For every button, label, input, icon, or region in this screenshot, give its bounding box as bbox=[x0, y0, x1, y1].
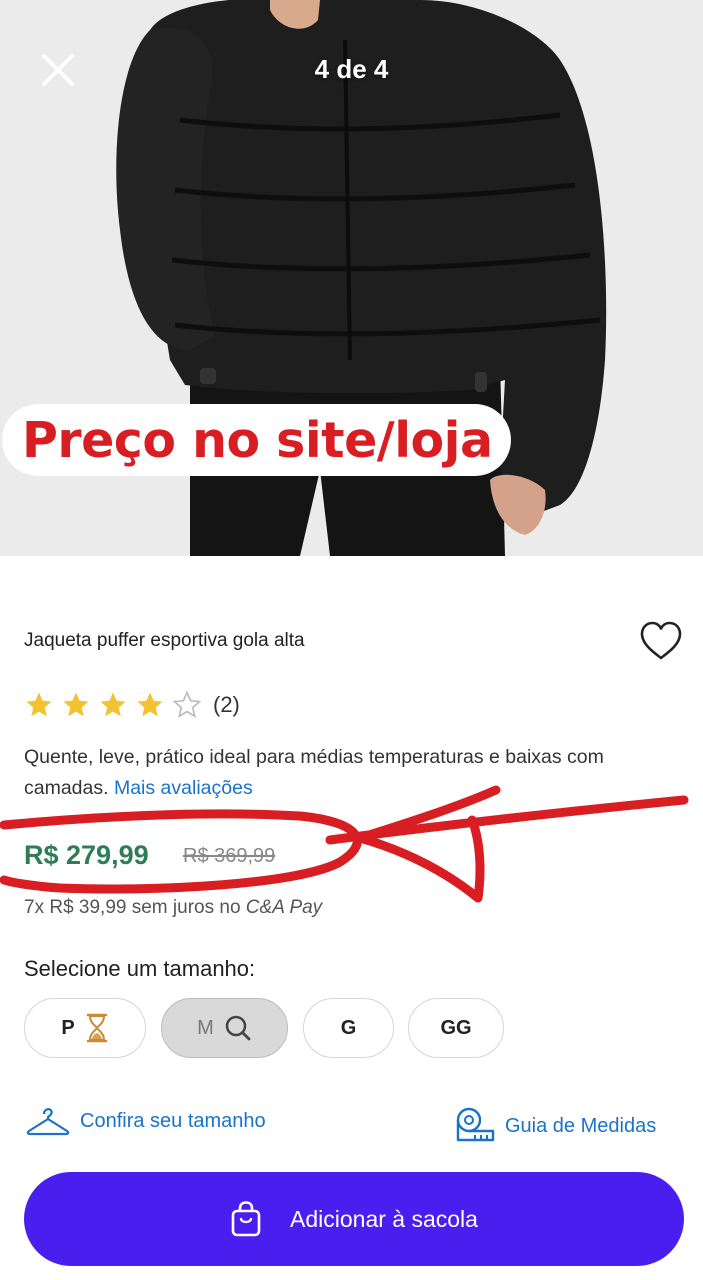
hourglass-icon bbox=[86, 1013, 107, 1043]
star-filled-icon bbox=[26, 692, 52, 717]
description-text: Quente, leve, prático ideal para médias … bbox=[24, 746, 604, 799]
measuring-tape-icon bbox=[456, 1107, 495, 1142]
promo-banner: Preço no site/loja bbox=[2, 404, 511, 476]
star-filled-icon bbox=[63, 692, 89, 717]
size-option-m[interactable]: M bbox=[161, 998, 288, 1058]
star-empty-icon bbox=[172, 690, 202, 718]
installments-brand: C&A Pay bbox=[245, 897, 323, 918]
favorite-button[interactable] bbox=[638, 620, 684, 662]
rating-count: (2) bbox=[213, 692, 240, 717]
check-size-link[interactable]: Confira seu tamanho bbox=[26, 1106, 266, 1136]
size-label: M bbox=[197, 1016, 214, 1039]
size-label: P bbox=[61, 1016, 75, 1039]
current-price: R$ 279,99 bbox=[24, 840, 149, 870]
size-guide-label: Guia de Medidas bbox=[505, 1114, 657, 1137]
more-reviews-link[interactable]: Mais avaliações bbox=[114, 777, 253, 799]
add-to-bag-label: Adicionar à sacola bbox=[290, 1205, 478, 1232]
search-icon bbox=[225, 1015, 251, 1041]
size-label: G bbox=[340, 1016, 357, 1039]
size-option-gg[interactable]: GG bbox=[408, 998, 504, 1058]
installments-info: 7x R$ 39,99 sem juros no C&A Pay bbox=[24, 897, 322, 919]
heart-icon bbox=[640, 621, 682, 660]
old-price: R$ 369,99 bbox=[183, 845, 276, 867]
star-filled-icon bbox=[137, 692, 163, 717]
promo-text: Preço no site/loja bbox=[22, 411, 493, 469]
size-label: GG bbox=[440, 1016, 472, 1039]
shopping-bag-icon bbox=[231, 1201, 261, 1237]
hanger-icon bbox=[26, 1108, 70, 1136]
star-filled-icon bbox=[100, 692, 126, 717]
size-option-g[interactable]: G bbox=[303, 998, 394, 1058]
add-to-bag-button[interactable]: Adicionar à sacola bbox=[24, 1172, 684, 1266]
product-title: Jaqueta puffer esportiva gola alta bbox=[24, 630, 305, 651]
installments-text: 7x R$ 39,99 sem juros no bbox=[24, 897, 241, 918]
size-guide-link[interactable]: Guia de Medidas bbox=[455, 1106, 656, 1146]
rating-row[interactable]: (2) bbox=[24, 690, 240, 720]
size-option-p[interactable]: P bbox=[24, 998, 146, 1058]
check-size-label: Confira seu tamanho bbox=[80, 1109, 266, 1132]
product-description: Quente, leve, prático ideal para médias … bbox=[24, 742, 674, 804]
product-image-gallery[interactable]: 4 de 4 Preço no site/loja bbox=[0, 0, 703, 556]
image-counter: 4 de 4 bbox=[314, 54, 389, 84]
size-section-title: Selecione um tamanho: bbox=[24, 956, 256, 981]
